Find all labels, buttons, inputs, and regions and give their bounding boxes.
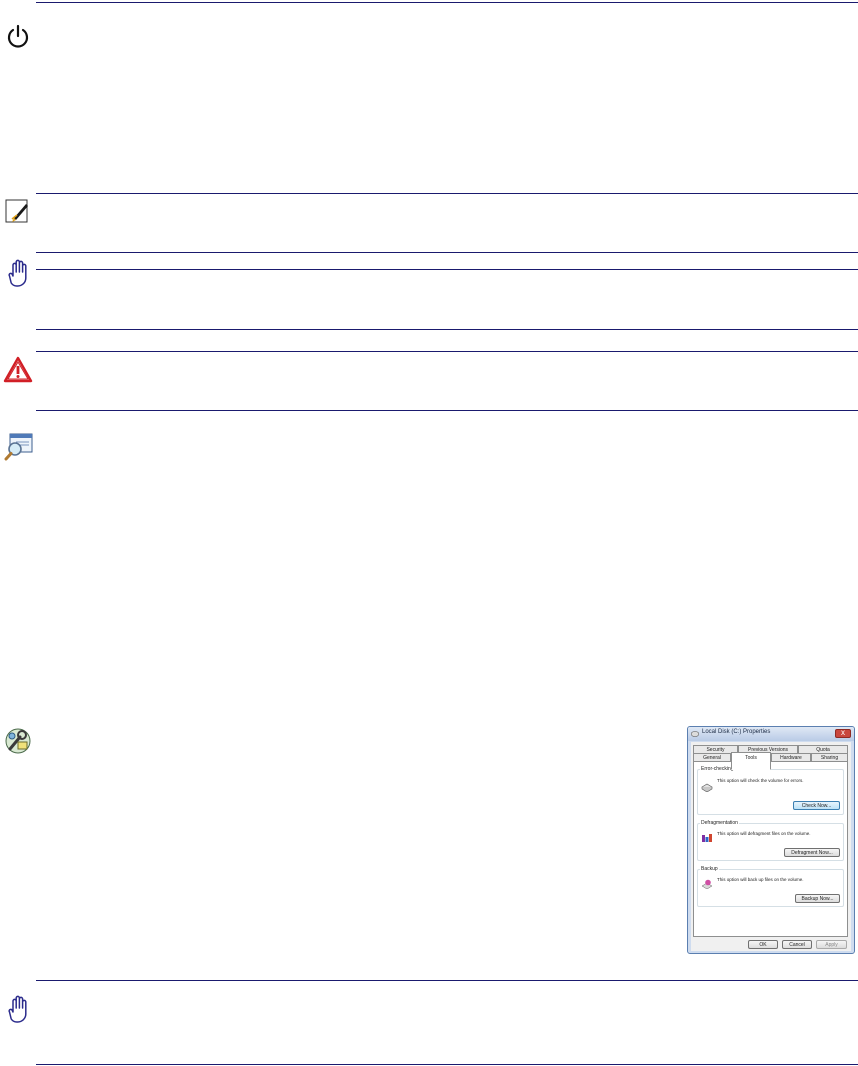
backup-now-button[interactable]: Backup Now... bbox=[795, 894, 840, 903]
tab-tools[interactable]: Tools bbox=[731, 752, 771, 770]
divider-rule bbox=[36, 193, 858, 194]
backup-group: Backup This option will back up files on… bbox=[697, 866, 844, 907]
warning-icon bbox=[3, 356, 33, 383]
top-rule bbox=[36, 2, 858, 3]
dialog-body: Security Previous Versions Quota General… bbox=[691, 742, 851, 951]
note-icon bbox=[5, 199, 28, 223]
dialog-titlebar[interactable]: Local Disk (C:) Properties x bbox=[688, 727, 854, 741]
divider-rule bbox=[36, 1064, 858, 1065]
close-icon: x bbox=[841, 728, 845, 737]
group-description: This option will check the volume for er… bbox=[717, 778, 804, 783]
tab-quota[interactable]: Quota bbox=[798, 745, 848, 753]
group-description: This option will back up files on the vo… bbox=[717, 877, 804, 882]
group-label: Error-checking bbox=[700, 766, 735, 772]
caution-hand-icon bbox=[8, 995, 27, 1023]
check-now-button[interactable]: Check Now... bbox=[793, 801, 840, 810]
close-button[interactable]: x bbox=[835, 728, 851, 738]
tab-sharing[interactable]: Sharing bbox=[811, 753, 848, 761]
tab-hardware[interactable]: Hardware bbox=[771, 753, 811, 761]
error-checking-group: Error-checking This option will check th… bbox=[697, 766, 844, 815]
power-icon bbox=[7, 24, 29, 48]
group-label: Defragmentation bbox=[700, 820, 739, 826]
backup-icon bbox=[701, 879, 713, 889]
ok-button[interactable]: OK bbox=[748, 940, 778, 949]
defragment-now-button[interactable]: Defragment Now... bbox=[784, 848, 840, 857]
disk-properties-dialog: Local Disk (C:) Properties x Security Pr… bbox=[687, 726, 855, 954]
divider-rule bbox=[36, 269, 858, 270]
divider-rule bbox=[36, 410, 858, 411]
dialog-title: Local Disk (C:) Properties bbox=[702, 729, 771, 735]
group-description: This option will defragment files on the… bbox=[717, 831, 811, 836]
tools-panel: Error-checking This option will check th… bbox=[693, 761, 848, 937]
drive-icon bbox=[701, 783, 713, 792]
caution-hand-icon bbox=[8, 259, 27, 287]
disk-icon bbox=[691, 731, 699, 737]
tab-general[interactable]: General bbox=[693, 753, 731, 761]
group-label: Backup bbox=[700, 866, 719, 872]
apply-button[interactable]: Apply bbox=[816, 940, 847, 949]
tools-icon bbox=[5, 728, 31, 754]
divider-rule bbox=[36, 980, 858, 981]
divider-rule bbox=[36, 252, 858, 253]
divider-rule bbox=[36, 329, 858, 330]
magnifier-icon bbox=[4, 433, 33, 461]
divider-rule bbox=[36, 351, 858, 352]
defrag-icon bbox=[702, 834, 712, 842]
defragmentation-group: Defragmentation This option will defragm… bbox=[697, 820, 844, 861]
cancel-button[interactable]: Cancel bbox=[782, 940, 812, 949]
